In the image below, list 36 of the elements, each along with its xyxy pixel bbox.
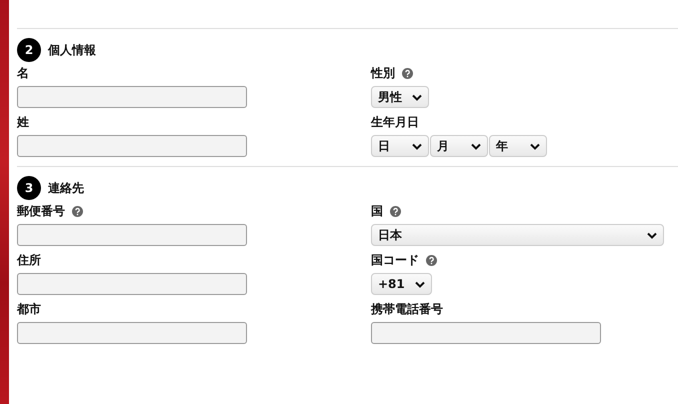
input-field[interactable] xyxy=(17,273,247,295)
input-field[interactable] xyxy=(17,224,247,246)
input-field[interactable] xyxy=(17,135,247,157)
dropdown[interactable]: +81 xyxy=(371,273,432,295)
help-icon[interactable] xyxy=(402,68,413,79)
input-field[interactable] xyxy=(371,322,601,344)
field-label: 性別 xyxy=(371,65,395,82)
dropdown[interactable]: 日 xyxy=(371,135,429,157)
input-field[interactable] xyxy=(17,322,247,344)
field-label: 住所 xyxy=(17,252,41,269)
field-label: 郵便番号 xyxy=(17,203,65,220)
chevron-icon xyxy=(412,142,422,150)
field-label: 姓 xyxy=(17,114,29,131)
chevron-icon xyxy=(414,280,425,288)
field-label: 生年月日 xyxy=(371,114,419,131)
dropdown[interactable]: 年 xyxy=(489,135,547,157)
help-icon[interactable] xyxy=(426,255,437,266)
chevron-icon xyxy=(530,142,540,150)
chevron-icon xyxy=(412,94,422,100)
dropdown[interactable]: 日本 xyxy=(371,224,664,246)
section-title: 連絡先 xyxy=(48,180,84,196)
field-label: 都市 xyxy=(17,301,41,318)
chevron-icon xyxy=(471,142,481,150)
dropdown[interactable]: 月 xyxy=(430,135,488,157)
section-title: 個人情報 xyxy=(48,42,96,58)
field-label: 国 xyxy=(371,203,383,220)
dropdown[interactable]: 男性 xyxy=(371,86,429,108)
help-icon[interactable] xyxy=(72,206,83,217)
field-label: 名 xyxy=(17,65,29,82)
help-icon[interactable] xyxy=(390,206,401,217)
field-label: 国コード xyxy=(371,252,419,269)
step-number: 3 xyxy=(17,176,41,200)
chevron-icon xyxy=(647,232,657,238)
input-field[interactable] xyxy=(17,86,247,108)
field-label: 携帯電話番号 xyxy=(371,301,443,318)
step-number: 2 xyxy=(17,38,41,62)
